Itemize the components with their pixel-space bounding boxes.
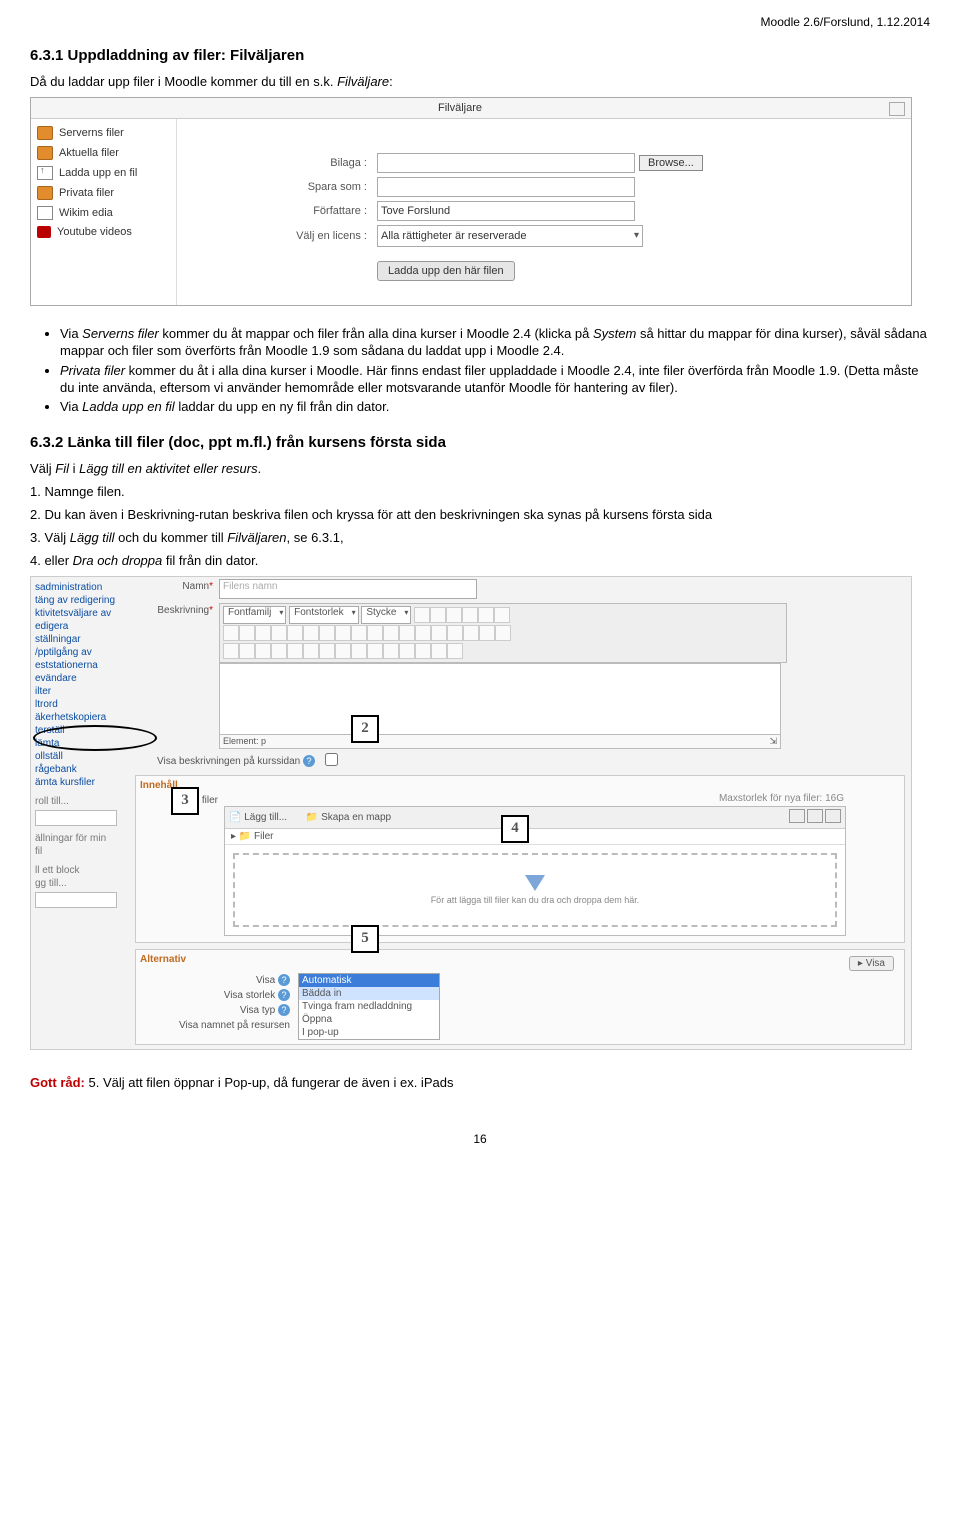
browse-button[interactable]: Browse... <box>639 155 703 171</box>
step-1: 1. Namnge filen. <box>30 484 930 501</box>
editor-statusbar: Element: p⇲ <box>219 735 781 749</box>
bullet-list-1: Via Serverns filer kommer du åt mappar o… <box>60 326 930 416</box>
create-folder-button[interactable]: 📁 Skapa en mapp <box>306 812 399 823</box>
repo-server-files[interactable]: Serverns filer <box>31 123 176 143</box>
p-choose-file: Välj Fil i Lägg till en aktivitet eller … <box>30 461 930 478</box>
view-switcher[interactable] <box>787 809 841 826</box>
wiki-icon <box>37 206 53 220</box>
upload-button[interactable]: Ladda upp den här filen <box>377 261 515 281</box>
label-author: Författare : <box>237 205 377 217</box>
page-number: 16 <box>30 1132 930 1146</box>
saveas-input[interactable] <box>377 177 635 197</box>
repo-upload-file[interactable]: Ladda upp en fil <box>31 163 176 183</box>
youtube-icon <box>37 226 51 238</box>
section-heading-2: 6.3.2 Länka till filer (doc, ppt m.fl.) … <box>30 434 930 451</box>
editor-toolbar[interactable]: Fontfamilj Fontstorlek Stycke <box>219 603 787 663</box>
label-show-type: Visa typ ? <box>140 1003 290 1018</box>
add-file-button[interactable]: 📄 Lägg till... <box>229 812 295 823</box>
admin-sidebar: sadministration täng av redigering ktivi… <box>31 577 139 1049</box>
label-display: Visa ? <box>140 973 290 988</box>
repo-recent-files[interactable]: Aktuella filer <box>31 143 176 163</box>
font-size-select[interactable]: Fontstorlek <box>289 606 358 624</box>
label-description: Beskrivning <box>157 605 209 616</box>
name-input[interactable]: Filens namn <box>219 579 477 599</box>
show-on-course-checkbox[interactable] <box>325 753 338 766</box>
label-show-on-course: Visa beskrivningen på kurssidan ? <box>135 753 321 767</box>
attachment-input[interactable] <box>377 153 635 173</box>
annotation-ellipse <box>33 725 157 751</box>
paragraph-select[interactable]: Stycke <box>361 606 411 624</box>
file-manager: 📄 Lägg till... 📁 Skapa en mapp ▸ 📁 Filer… <box>224 806 846 936</box>
section-title-content: Innehåll <box>140 780 900 791</box>
step-3: 3. Välj Lägg till och du kommer till Fil… <box>30 530 930 547</box>
license-select[interactable]: Alla rättigheter är reserverade <box>377 225 643 247</box>
annotation-3: 3 <box>171 787 199 815</box>
annotation-4: 4 <box>501 815 529 843</box>
tip-label: Gott råd: <box>30 1075 85 1090</box>
help-icon[interactable]: ? <box>278 989 290 1001</box>
annotation-2: 2 <box>351 715 379 743</box>
step-2: 2. Du kan även i Beskrivning-rutan beskr… <box>30 507 930 524</box>
filvaljare-dialog: Filväljare Serverns filer Aktuella filer… <box>30 97 912 306</box>
bullet-item: Via Serverns filer kommer du åt mappar o… <box>60 326 930 360</box>
resource-editor-screenshot: sadministration täng av redigering ktivi… <box>30 576 912 1050</box>
folder-icon <box>37 126 53 140</box>
label-license: Välj en licens : <box>237 230 377 242</box>
folder-icon <box>37 186 53 200</box>
bullet-item: Privata filer kommer du åt i alla dina k… <box>60 363 930 397</box>
breadcrumb[interactable]: ▸ 📁 Filer <box>225 829 845 845</box>
intro-text: Då du laddar upp filer i Moodle kommer d… <box>30 74 930 91</box>
repo-youtube[interactable]: Youtube videos <box>31 223 176 241</box>
maxsize-text: Maxstorlek för nya filer: 16G <box>224 793 844 804</box>
help-icon[interactable]: ? <box>278 974 290 986</box>
upload-icon <box>37 166 53 180</box>
content-section: Innehåll Välj filer Maxstorlek för nya f… <box>135 775 905 943</box>
drop-zone[interactable]: För att lägga till filer kan du dra och … <box>233 853 837 927</box>
visa-toggle-button[interactable]: ▸ Visa <box>849 956 894 971</box>
tip-paragraph: Gott råd: 5. Välj att filen öppnar i Pop… <box>30 1075 930 1092</box>
dialog-title: Filväljare <box>31 98 911 119</box>
section-heading-1: 6.3.1 Uppdladdning av filer: Filväljaren <box>30 47 930 64</box>
folder-icon <box>37 146 53 160</box>
label-show-name: Visa namnet på resursen <box>140 1018 290 1033</box>
label-attachment: Bilaga : <box>237 157 377 169</box>
font-family-select[interactable]: Fontfamilj <box>223 606 286 624</box>
annotation-5: 5 <box>351 925 379 953</box>
repo-wikimedia[interactable]: Wikim edia <box>31 203 176 223</box>
repo-private-files[interactable]: Privata filer <box>31 183 176 203</box>
bullet-item: Via Ladda upp en fil laddar du upp en ny… <box>60 399 930 416</box>
arrow-down-icon <box>525 875 545 891</box>
view-toggle-icon[interactable] <box>889 102 905 116</box>
repo-sidebar: Serverns filer Aktuella filer Ladda upp … <box>31 119 177 305</box>
help-icon[interactable]: ? <box>303 755 315 767</box>
display-select[interactable]: Automatisk Bädda in Tvinga fram nedladdn… <box>298 973 440 1040</box>
label-name: Namn <box>182 581 209 592</box>
label-show-size: Visa storlek ? <box>140 988 290 1003</box>
description-editor[interactable] <box>219 663 781 735</box>
alternatives-section: ▸ Visa Alternativ Visa ? Visa storlek ? … <box>135 949 905 1045</box>
label-saveas: Spara som : <box>237 181 377 193</box>
author-input[interactable]: Tove Forslund <box>377 201 635 221</box>
help-icon[interactable]: ? <box>278 1004 290 1016</box>
step-4: 4. eller Dra och droppa fil från din dat… <box>30 553 930 570</box>
page-header-ref: Moodle 2.6/Forslund, 1.12.2014 <box>30 0 930 29</box>
section-title-alternatives: Alternativ <box>140 954 900 965</box>
